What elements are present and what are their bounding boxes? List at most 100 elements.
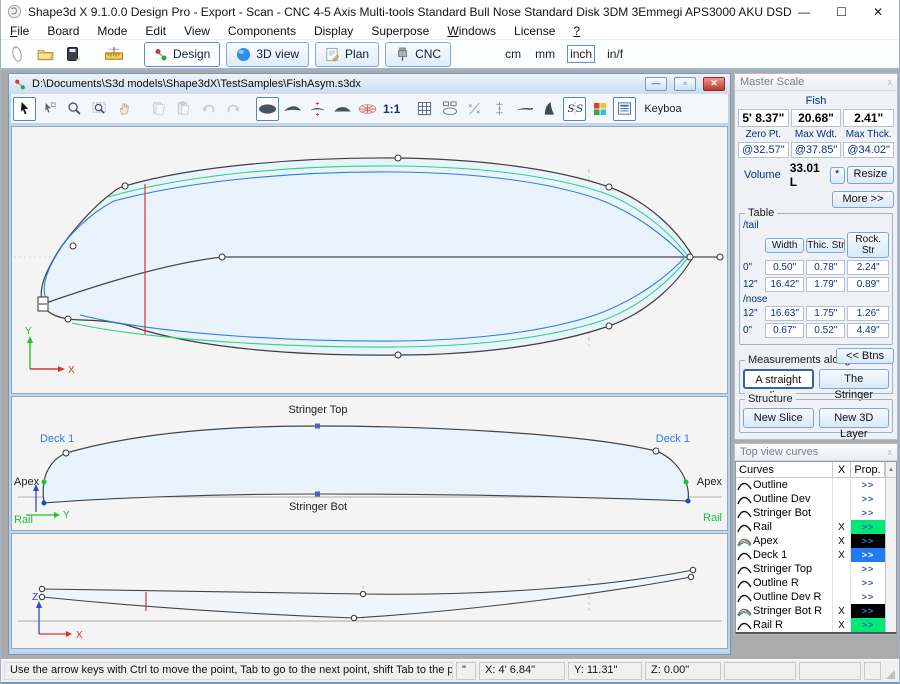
nose-12-rock[interactable]: 1.26" (847, 306, 889, 321)
new-board-icon[interactable] (6, 43, 28, 65)
rail-point-right[interactable] (686, 499, 691, 504)
nose-12-width[interactable]: 16.63" (765, 306, 804, 321)
curve-row[interactable]: Outline R >> (736, 576, 896, 590)
menu-windows[interactable]: Windows (438, 24, 505, 38)
prop-button[interactable]: >> (851, 492, 885, 506)
prop-button[interactable]: >> (851, 520, 885, 534)
nose-0-rock[interactable]: 4.49" (847, 323, 889, 338)
unit-mm[interactable]: mm (533, 46, 557, 62)
ratio-1-1-button[interactable]: 1:1 (381, 102, 402, 116)
curve-row[interactable]: Outline >> (736, 478, 896, 492)
zoom-tool-icon[interactable] (63, 97, 86, 121)
menu-mode[interactable]: Mode (88, 24, 136, 38)
select-plus-tool-icon[interactable] (38, 97, 61, 121)
unit-toggle-button[interactable]: * (830, 167, 845, 184)
zero-pt-value[interactable]: @32.57" (738, 142, 789, 158)
curve-row[interactable]: Outline Dev >> (736, 492, 896, 506)
curve-row[interactable]: Rail R X >> (736, 618, 896, 632)
deck-point-left[interactable] (63, 450, 69, 456)
grid-icon[interactable] (413, 97, 436, 121)
wireframe-view-icon[interactable] (356, 97, 379, 121)
unit-inch[interactable]: inch (567, 45, 595, 63)
color-palette-icon[interactable] (588, 97, 611, 121)
curve-row[interactable]: Stringer Top >> (736, 562, 896, 576)
fin-icon[interactable] (538, 97, 561, 121)
menu-help[interactable]: ? (564, 24, 589, 38)
rail-point-left[interactable] (42, 501, 47, 506)
curve-row[interactable]: Outline Dev R >> (736, 590, 896, 604)
max-thck-value[interactable]: @34.02" (843, 142, 894, 158)
3d-view-button[interactable]: 3D view (226, 42, 309, 67)
menu-superpose[interactable]: Superpose (362, 24, 438, 38)
panel-close-icon[interactable]: x (888, 447, 893, 457)
doc-minimize-button[interactable]: — (645, 77, 667, 91)
max-wdt-value[interactable]: @37.85" (791, 142, 842, 158)
doc-close-button[interactable]: ✕ (703, 77, 725, 91)
tail-0-width[interactable]: 0.50" (765, 260, 804, 275)
undo-icon-disabled[interactable] (197, 97, 220, 121)
tail-0-thic[interactable]: 0.78" (806, 260, 845, 275)
master-scale-header[interactable]: Master Scale x (735, 74, 897, 91)
flip-symmetry-icon[interactable]: SS (563, 97, 586, 121)
rocker-view-icon[interactable] (281, 97, 304, 121)
solid-view-icon[interactable] (331, 97, 354, 121)
outline-view-icon[interactable] (256, 97, 279, 121)
tail-12-width[interactable]: 16.42" (765, 277, 804, 292)
resize-grip[interactable] (884, 662, 896, 680)
menu-license[interactable]: License (505, 24, 564, 38)
width-col-button[interactable]: Width (765, 238, 804, 253)
top-view-canvas[interactable]: Y X (11, 126, 728, 394)
tail-0-rock[interactable]: 2.24" (847, 260, 889, 275)
plan-button[interactable]: Plan (315, 42, 379, 67)
prop-button[interactable]: >> (851, 478, 885, 492)
stringer-bot-point[interactable] (315, 492, 320, 497)
zoom-window-tool-icon[interactable] (88, 97, 111, 121)
paste-icon-disabled[interactable] (172, 97, 195, 121)
apex-point-right[interactable] (684, 480, 689, 485)
nose-12-thic[interactable]: 1.75" (806, 306, 845, 321)
pan-hand-icon[interactable] (113, 97, 136, 121)
menu-display[interactable]: Display (305, 24, 362, 38)
prop-button[interactable]: >> (851, 548, 885, 562)
rock-str-col-button[interactable]: Rock. Str (847, 232, 889, 258)
document-title-bar[interactable]: D:\Documents\S3d models\Shape3dX\TestSam… (9, 74, 730, 94)
new-slice-button[interactable]: New Slice (743, 408, 814, 428)
curve-row[interactable]: Stringer Bot R X >> (736, 604, 896, 618)
new-3d-layer-button[interactable]: New 3D Layer (819, 408, 890, 428)
copy-icon-disabled[interactable] (147, 97, 170, 121)
prop-col-header[interactable]: Prop. (851, 462, 885, 477)
save-icon[interactable] (62, 43, 84, 65)
curves-panel-header[interactable]: Top view curves x (735, 444, 897, 461)
menu-components[interactable]: Components (219, 24, 305, 38)
tail-12-thic[interactable]: 1.79" (806, 277, 845, 292)
curve-row[interactable]: Rail X >> (736, 520, 896, 534)
btns-toggle-button[interactable]: << Btns (836, 348, 894, 364)
curves-col-header[interactable]: Curves (736, 462, 833, 477)
width-value[interactable]: 20.68" (791, 109, 842, 127)
thickness-value[interactable]: 2.41" (843, 109, 894, 127)
scroll-up-icon[interactable]: ▲ (885, 462, 896, 477)
profile-view-canvas[interactable]: Z X (11, 533, 728, 649)
doc-restore-button[interactable]: ▫ (674, 77, 696, 91)
prop-button[interactable]: >> (851, 618, 885, 632)
design-button[interactable]: Design (144, 42, 220, 67)
minimize-button[interactable]: — (798, 5, 810, 19)
curve-row[interactable]: Apex X >> (736, 534, 896, 548)
maximize-button[interactable]: ☐ (836, 5, 847, 19)
x-col-header[interactable]: X (833, 462, 851, 477)
prop-button[interactable]: >> (851, 604, 885, 618)
unit-inf[interactable]: in/f (605, 46, 625, 62)
deck-point-right[interactable] (653, 448, 659, 454)
prop-button[interactable]: >> (851, 534, 885, 548)
select-tool-icon[interactable] (13, 97, 36, 121)
panel-close-icon[interactable]: x (888, 77, 893, 87)
ruler-icon[interactable] (103, 43, 125, 65)
nose-0-width[interactable]: 0.67" (765, 323, 804, 338)
unit-cm[interactable]: cm (503, 46, 523, 62)
resize-button[interactable]: Resize (847, 166, 894, 184)
prop-button[interactable]: >> (851, 562, 885, 576)
curve-row[interactable]: Stringer Bot >> (736, 506, 896, 520)
list-panel-icon[interactable] (613, 97, 636, 121)
stringer-profile-icon[interactable] (513, 97, 536, 121)
length-value[interactable]: 5' 8.37" (738, 109, 789, 127)
